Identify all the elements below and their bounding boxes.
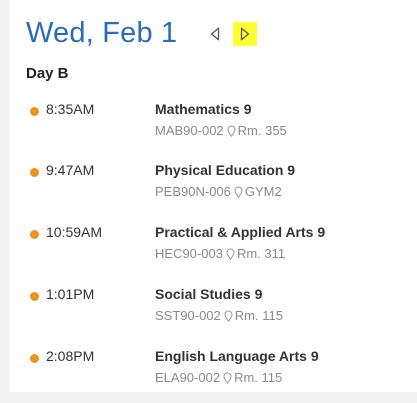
triangle-left-icon — [211, 27, 220, 41]
section-code: HEC90-003 — [155, 246, 223, 261]
period-row[interactable]: 8:35AM Mathematics 9 MAB90-002 Rm. 355 — [30, 101, 410, 145]
date-navigation — [203, 22, 258, 46]
triangle-right-icon — [241, 27, 250, 41]
course-meta: MAB90-002 Rm. 355 — [155, 123, 287, 138]
next-day-button[interactable] — [233, 22, 258, 46]
course-name: English Language Arts 9 — [155, 348, 319, 364]
location-pin-icon — [226, 248, 235, 260]
course-meta: SST90-002 Rm. 115 — [155, 308, 283, 323]
course-meta: HEC90-003 Rm. 311 — [155, 246, 285, 261]
location-pin-icon — [223, 372, 232, 384]
section-code: PEB90N-006 — [155, 184, 231, 199]
section-code: ELA90-002 — [155, 370, 221, 385]
period-time: 2:08PM — [46, 348, 95, 364]
course-name: Social Studies 9 — [155, 286, 263, 302]
room-label: Rm. 311 — [236, 246, 286, 261]
period-row[interactable]: 9:47AM Physical Education 9 PEB90N-006 G… — [30, 162, 410, 206]
status-dot — [30, 354, 39, 363]
status-dot — [30, 292, 39, 301]
status-dot — [30, 168, 39, 177]
period-row[interactable]: 1:01PM Social Studies 9 SST90-002 Rm. 11… — [30, 286, 410, 330]
course-meta: PEB90N-006 GYM2 — [155, 184, 282, 199]
course-name: Physical Education 9 — [155, 162, 296, 178]
section-code: MAB90-002 — [155, 123, 224, 138]
schedule-card: Wed, Feb 1 Day B 8:35AM Mathematics 9 MA… — [10, 0, 417, 392]
period-time: 9:47AM — [46, 162, 95, 178]
section-code: SST90-002 — [155, 308, 221, 323]
period-time: 10:59AM — [46, 224, 103, 240]
location-pin-icon — [234, 186, 243, 198]
course-name: Practical & Applied Arts 9 — [155, 224, 326, 240]
location-pin-icon — [224, 310, 233, 322]
location-pin-icon — [227, 125, 236, 137]
period-row[interactable]: 10:59AM Practical & Applied Arts 9 HEC90… — [30, 224, 410, 268]
period-time: 8:35AM — [46, 101, 95, 117]
schedule-header: Wed, Feb 1 — [26, 16, 258, 50]
day-label: Day B — [26, 65, 69, 82]
room-label: Rm. 355 — [237, 123, 287, 138]
room-label: Rm. 115 — [234, 370, 283, 385]
status-dot — [30, 107, 39, 116]
course-name: Mathematics 9 — [155, 101, 252, 117]
period-row[interactable]: 2:08PM English Language Arts 9 ELA90-002… — [30, 348, 410, 392]
previous-day-button[interactable] — [203, 22, 227, 46]
date-title: Wed, Feb 1 — [26, 17, 178, 49]
room-label: GYM2 — [244, 184, 282, 199]
room-label: Rm. 115 — [234, 308, 283, 323]
period-time: 1:01PM — [46, 286, 95, 302]
status-dot — [30, 230, 39, 239]
course-meta: ELA90-002 Rm. 115 — [155, 370, 282, 385]
